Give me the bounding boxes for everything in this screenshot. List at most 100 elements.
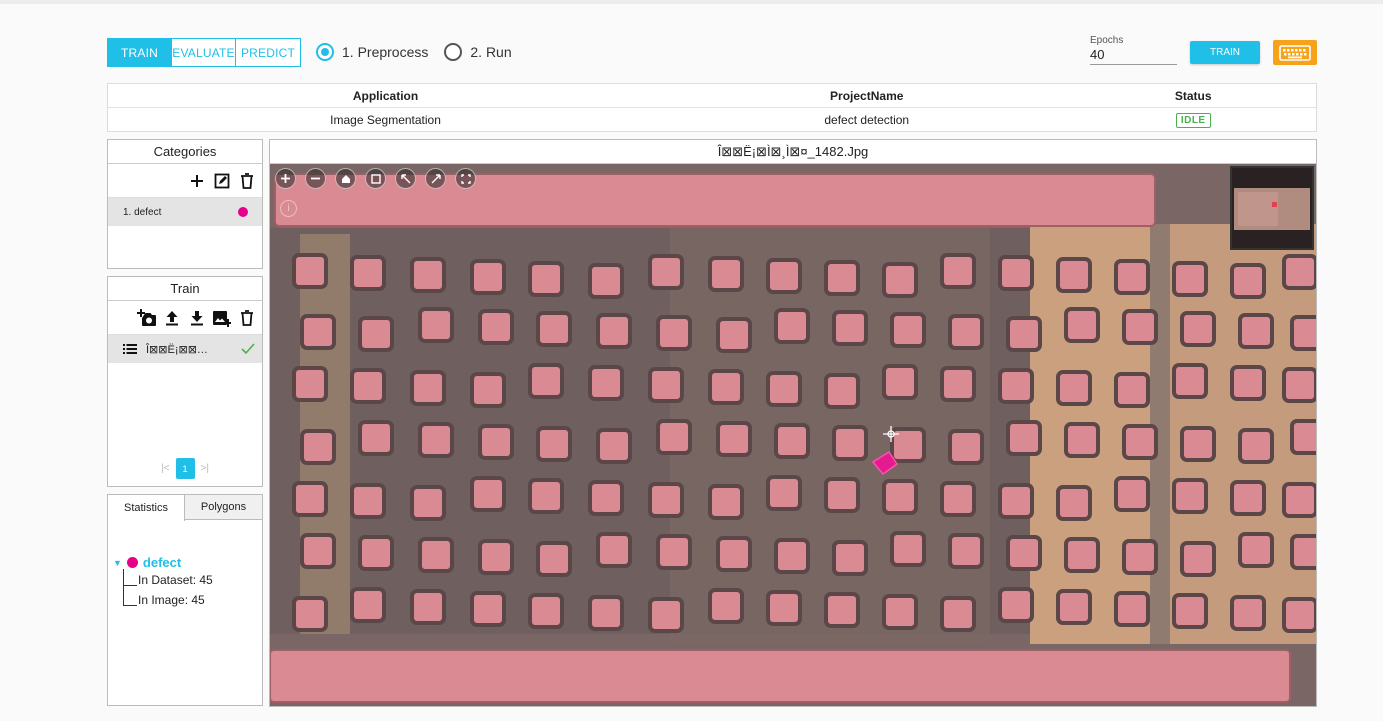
train-item-label: Î⊠⊠Ë¡⊠⊠… — [146, 343, 208, 356]
zoom-in-button[interactable] — [275, 168, 296, 189]
pcb-pad — [1172, 478, 1208, 514]
header-status: Status — [1174, 88, 1212, 103]
pcb-pad — [890, 312, 926, 348]
fullscreen-button[interactable] — [455, 168, 476, 189]
download-button[interactable] — [187, 308, 207, 328]
pcb-pad — [470, 259, 506, 295]
pcb-pad — [1238, 532, 1274, 568]
tab-predict[interactable]: PREDICT — [236, 39, 300, 66]
minimap[interactable] — [1230, 166, 1314, 250]
category-item-defect[interactable]: 1. defect — [108, 198, 262, 226]
pcb-pad — [648, 597, 684, 633]
pcb-pad — [998, 255, 1034, 291]
pcb-pad — [1122, 309, 1158, 345]
edit-category-button[interactable] — [212, 171, 232, 191]
pcb-pad — [528, 261, 564, 297]
plus-icon — [191, 174, 203, 187]
categories-title: Categories — [108, 140, 262, 164]
pcb-pad — [1056, 589, 1092, 625]
pcb-pad — [656, 534, 692, 570]
pcb-pad — [998, 587, 1034, 623]
tab-polygons[interactable]: Polygons — [185, 495, 262, 519]
image-filename: Î⊠⊠Ë¡⊠Ì⊠¸Ì⊠¤_1482.Jpg — [270, 140, 1316, 164]
add-image-button[interactable] — [212, 308, 232, 328]
pcb-pad — [470, 476, 506, 512]
train-button[interactable]: TRAIN — [1190, 41, 1260, 64]
pcb-pad — [716, 536, 752, 572]
first-page-icon[interactable]: |< — [161, 463, 169, 474]
pagination: |< 1 >| — [108, 458, 262, 479]
pcb-pad — [418, 307, 454, 343]
rotate-button[interactable] — [395, 168, 416, 189]
radio-run[interactable]: 2. Run — [444, 43, 512, 61]
tree-root-defect[interactable]: ▼ defect — [113, 555, 213, 570]
pcb-pad — [410, 589, 446, 625]
pcb-pad — [596, 313, 632, 349]
tab-statistics[interactable]: Statistics — [108, 495, 185, 521]
project-info-table: Application ProjectName Status Image Seg… — [107, 83, 1317, 132]
pcb-pad — [350, 368, 386, 404]
flip-icon — [431, 173, 441, 183]
pcb-pad — [292, 366, 328, 402]
tab-evaluate[interactable]: EVALUATE — [172, 39, 236, 66]
pcb-pad — [824, 373, 860, 409]
pcb-pad — [536, 541, 572, 577]
tab-train[interactable]: TRAIN — [108, 39, 172, 66]
pcb-pad — [300, 429, 336, 465]
image-viewer: Î⊠⊠Ë¡⊠Ì⊠¸Ì⊠¤_1482.Jpg i — [269, 139, 1317, 707]
pcb-pad — [1238, 428, 1274, 464]
zoom-out-button[interactable] — [305, 168, 326, 189]
cell-status: IDLE — [1070, 112, 1316, 128]
pcb-pad — [998, 483, 1034, 519]
delete-train-button[interactable] — [237, 308, 257, 328]
image-canvas[interactable]: i — [270, 164, 1316, 706]
edit-icon — [214, 173, 230, 188]
add-image-icon — [213, 310, 231, 327]
pcb-pad — [656, 419, 692, 455]
flip-button[interactable] — [425, 168, 446, 189]
pcb-pad — [410, 370, 446, 406]
pcb-pad — [1290, 315, 1316, 351]
pcb-pad — [418, 537, 454, 573]
page-button-1[interactable]: 1 — [175, 458, 195, 479]
status-badge: IDLE — [1175, 113, 1211, 128]
pcb-pad — [940, 366, 976, 402]
keyboard-button[interactable] — [1273, 40, 1317, 65]
fit-button[interactable] — [365, 168, 386, 189]
trash-icon — [241, 172, 253, 189]
add-category-button[interactable] — [187, 171, 207, 191]
pcb-pad — [1282, 367, 1316, 403]
download-icon — [191, 310, 203, 325]
zoom-out-icon — [311, 177, 320, 180]
pcb-pad — [708, 369, 744, 405]
last-page-icon[interactable]: >| — [201, 463, 209, 474]
pcb-pad — [1180, 541, 1216, 577]
fullscreen-icon — [460, 173, 471, 184]
pcb-pad — [1230, 365, 1266, 401]
radio-preprocess[interactable]: 1. Preprocess — [316, 43, 428, 61]
add-camera-icon — [137, 308, 156, 326]
pcb-pad — [1290, 419, 1316, 455]
in-dataset-count: In Dataset: 45 — [138, 573, 213, 587]
keyboard-icon — [1279, 44, 1311, 61]
home-button[interactable] — [335, 168, 356, 189]
pcb-pad — [940, 481, 976, 517]
pcb-pad — [882, 262, 918, 298]
pcb-pad — [470, 591, 506, 627]
add-photo-button[interactable] — [137, 308, 157, 328]
upload-button[interactable] — [162, 308, 182, 328]
pcb-pad — [1006, 535, 1042, 571]
pcb-pad — [478, 539, 514, 575]
pcb-pad — [588, 480, 624, 516]
train-list-item[interactable]: Î⊠⊠Ë¡⊠⊠… — [108, 335, 262, 363]
pcb-pad — [766, 475, 802, 511]
category-label: 1. defect — [123, 206, 162, 218]
delete-category-button[interactable] — [237, 171, 257, 191]
info-icon[interactable]: i — [280, 200, 297, 217]
pcb-pad — [832, 425, 868, 461]
pcb-pad — [656, 315, 692, 351]
pcb-pad — [1230, 263, 1266, 299]
epochs-input[interactable] — [1090, 46, 1177, 65]
pcb-pad — [536, 426, 572, 462]
pcb-pad — [350, 255, 386, 291]
